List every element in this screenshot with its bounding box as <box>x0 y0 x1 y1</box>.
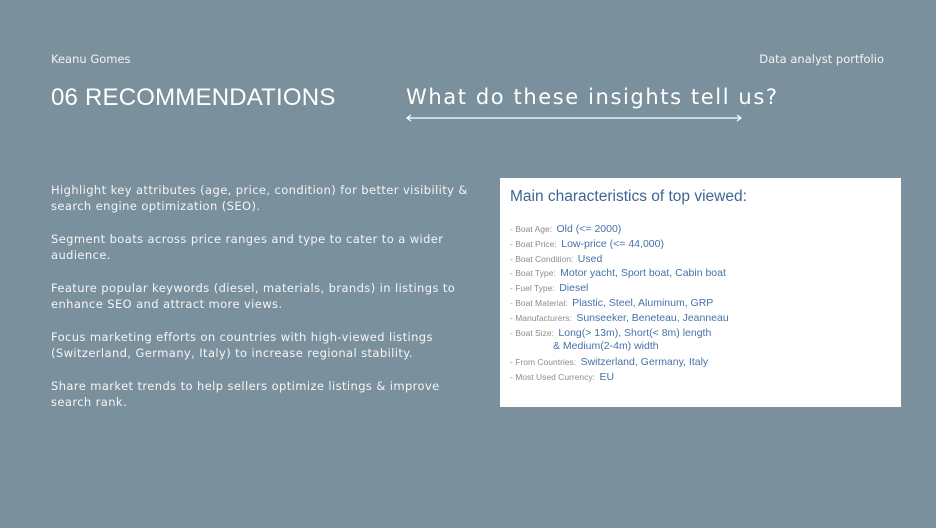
characteristic-label: - Boat Age: <box>510 224 553 234</box>
subtitle: What do these insights tell us? <box>406 85 779 109</box>
characteristic-label: - Boat Condition: <box>510 253 574 264</box>
characteristic-row: - Boat Size: Long(> 13m), Short(< 8m) le… <box>510 325 895 340</box>
recommendation-item: Share market trends to help sellers opti… <box>51 379 440 409</box>
author-name: Keanu Gomes <box>51 52 131 66</box>
characteristic-value: Motor yacht, Sport boat, Cabin boat <box>560 267 726 280</box>
characteristic-row: - From Countries: Switzerland, Germany, … <box>510 354 895 369</box>
portfolio-label: Data analyst portfolio <box>759 52 884 66</box>
characteristics-card: Main characteristics of top viewed: - Bo… <box>500 178 901 407</box>
double-arrow-divider <box>406 114 742 122</box>
characteristic-label: - Boat Price: <box>510 238 557 249</box>
recommendation-item: Segment boats across price ranges and ty… <box>51 232 444 262</box>
characteristic-row: - Most Used Currency: EU <box>510 369 895 384</box>
characteristic-label: - Fuel Type: <box>510 283 555 294</box>
characteristic-label: - Boat Type: <box>510 268 556 279</box>
recommendation-item: Feature popular keywords (diesel, materi… <box>51 281 456 311</box>
characteristic-label: - Boat Size: <box>510 327 554 338</box>
characteristic-value: Switzerland, Germany, Italy <box>580 356 709 369</box>
characteristic-row: - Boat Price: Low-price (<= 44,000) <box>510 236 895 251</box>
recommendation-item: Focus marketing efforts on countries wit… <box>51 330 433 360</box>
characteristic-value: Old (<= 2000) <box>556 223 622 235</box>
characteristic-row: - Boat Age: Old (<= 2000) <box>510 221 895 236</box>
characteristic-row: - Manufacturers: Sunseeker, Beneteau, Je… <box>510 310 895 325</box>
characteristic-value: Used <box>577 252 603 265</box>
characteristic-value: Sunseeker, Beneteau, Jeanneau <box>576 311 729 324</box>
characteristic-row: - Boat Material: Plastic, Steel, Aluminu… <box>510 295 895 310</box>
boat-size-continuation: & Medium(2-4m) width <box>553 340 659 353</box>
card-title: Main characteristics of top viewed: <box>510 188 747 205</box>
characteristic-row: - Boat Condition: Used <box>510 251 895 266</box>
section-title: 06 RECOMMENDATIONS <box>51 84 336 111</box>
characteristic-label: - Most Used Currency: <box>510 371 596 382</box>
characteristic-value: Plastic, Steel, Aluminum, GRP <box>572 296 714 309</box>
characteristic-label: - Boat Material: <box>510 297 568 308</box>
characteristic-row: - Boat Type: Motor yacht, Sport boat, Ca… <box>510 265 895 280</box>
characteristic-value: Low-price (<= 44,000) <box>561 237 664 250</box>
characteristic-value: Diesel <box>559 282 589 295</box>
characteristic-label: - Manufacturers: <box>510 312 572 323</box>
recommendations-list: Highlight key attributes (age, price, co… <box>51 182 471 427</box>
characteristics-list: - Boat Age: Old (<= 2000) - Boat Price: … <box>510 221 895 384</box>
characteristic-value: Long(> 13m), Short(< 8m) length <box>558 326 712 339</box>
recommendation-item: Highlight key attributes (age, price, co… <box>51 183 468 213</box>
characteristic-label: - From Countries: <box>510 357 577 368</box>
characteristic-value: EU <box>599 370 615 383</box>
